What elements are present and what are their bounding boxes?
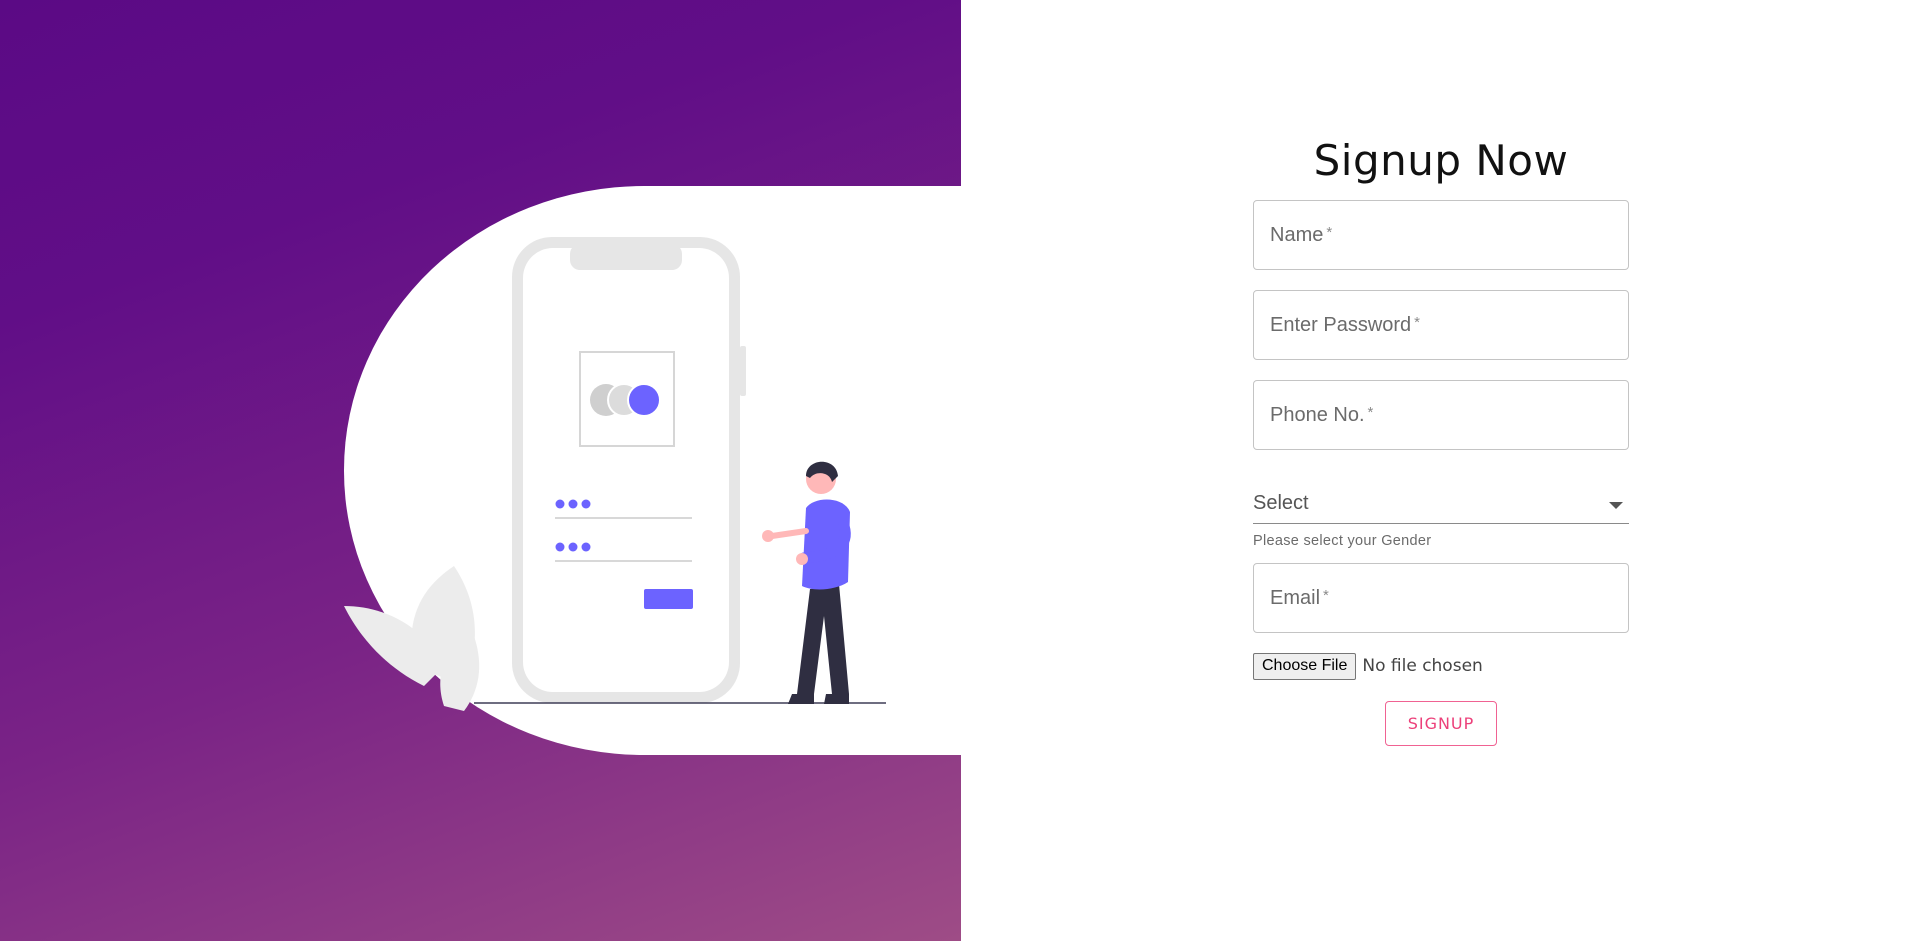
password-label: Enter Password: [1270, 313, 1412, 336]
phone-field[interactable]: Phone No. *: [1253, 380, 1629, 450]
choose-file-button[interactable]: Choose File: [1253, 652, 1357, 680]
password-required-mark: *: [1414, 313, 1421, 331]
signup-button[interactable]: SIGNUP: [1385, 701, 1497, 746]
gender-select-value: Select: [1253, 492, 1309, 514]
gender-select-group: Select Please select your Gender: [1253, 488, 1629, 563]
file-upload-row: Choose File No file chosen: [1253, 651, 1629, 681]
person-figure: [762, 461, 851, 704]
name-field[interactable]: Name *: [1253, 200, 1629, 270]
gender-select[interactable]: Select: [1253, 488, 1629, 524]
email-field[interactable]: Email *: [1253, 563, 1629, 633]
password-field[interactable]: Enter Password *: [1253, 290, 1629, 360]
name-required-mark: *: [1326, 223, 1333, 241]
name-label: Name: [1270, 223, 1324, 246]
hero-panel: [0, 0, 961, 941]
signup-form: Signup Now Name * Enter Password * Phone…: [1253, 130, 1629, 746]
plant-leaves-decoration: [344, 566, 480, 711]
email-label: Email: [1270, 586, 1321, 609]
phone-required-mark: *: [1367, 403, 1374, 421]
phone-graphic: [512, 237, 746, 703]
file-status-text: No file chosen: [1362, 656, 1483, 676]
gender-helper-text: Please select your Gender: [1253, 533, 1432, 549]
email-required-mark: *: [1323, 586, 1329, 604]
login-illustration: [344, 237, 886, 711]
submit-row: SIGNUP: [1253, 701, 1629, 746]
page-title: Signup Now: [1313, 136, 1569, 185]
caret-down-icon: [1609, 502, 1623, 509]
phone-label: Phone No.: [1270, 403, 1365, 426]
